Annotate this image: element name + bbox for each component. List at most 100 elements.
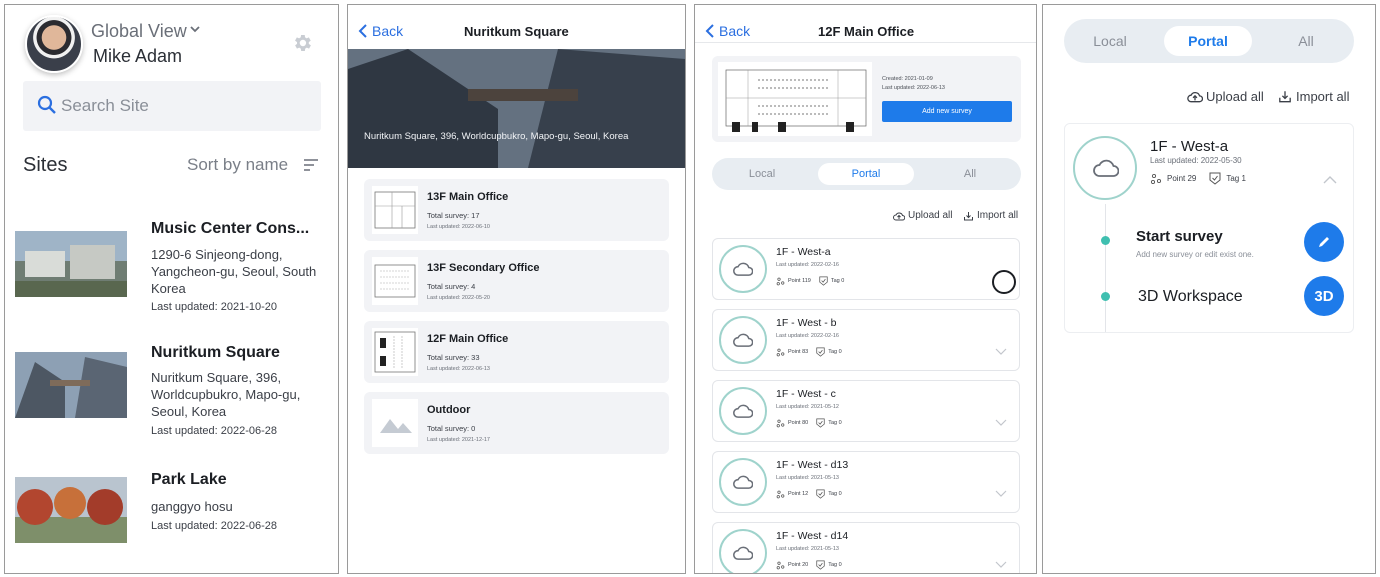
cloud-upload-icon (893, 212, 905, 220)
survey-title: 1F - West - d14 (776, 530, 849, 542)
tag-count: Tag 0 (828, 420, 842, 426)
survey-detail-screen: Local Portal All Upload all Import all 1… (1042, 4, 1376, 574)
user-name: Mike Adam (93, 46, 183, 66)
import-all-button[interactable]: Import all (963, 210, 1018, 221)
tab-local[interactable]: Local (712, 158, 812, 190)
site-thumbnail (15, 231, 127, 297)
gear-icon[interactable] (291, 32, 313, 54)
back-label: Back (372, 23, 404, 39)
back-button[interactable]: Back (705, 23, 750, 39)
survey-last-updated: Last updated: 2022-02-16 (776, 262, 839, 268)
site-list-screen: Global View Mike Adam Sites Sort by name… (4, 4, 339, 574)
survey-avatar (719, 458, 767, 506)
survey-card[interactable]: 1F - West-a Last updated: 2022-02-16 Point… (712, 238, 1020, 300)
floor-survey-count: Total survey: 33 (427, 353, 480, 362)
search-icon (37, 95, 56, 114)
floor-last-updated: Last updated: 2022-06-13 (427, 366, 490, 372)
site-thumbnail (15, 477, 127, 543)
tag-icon (1209, 172, 1221, 185)
touch-indicator (992, 270, 1016, 294)
survey-card[interactable]: 1F - West - b Last updated: 2022-02-16 Poi… (712, 309, 1020, 371)
edit-survey-button[interactable] (1304, 222, 1344, 262)
start-survey-subtitle: Add new survey or edit exist one. (1136, 250, 1254, 259)
survey-card-expanded[interactable]: 1F - West-a Last updated: 2022-05-30 Poi… (1064, 123, 1354, 333)
page-title: Nuritkum Square (464, 24, 569, 39)
points-icon (1150, 173, 1162, 184)
survey-avatar (719, 316, 767, 364)
cloud-upload-icon (1187, 91, 1203, 103)
survey-title: 1F - West - c (776, 388, 836, 400)
point-count: Point 29 (1167, 174, 1197, 183)
point-count: Point 80 (788, 420, 809, 426)
floor-card[interactable]: 12F Main Office Total survey: 33 Last up… (364, 321, 669, 383)
chevron-left-icon (705, 24, 714, 38)
tab-all[interactable]: All (920, 158, 1020, 190)
survey-card[interactable]: 1F - West - d14 Last updated: 2021-05-13 P… (712, 522, 1020, 573)
floor-summary-card: Created: 2021-01-09 Last updated: 2022-0… (712, 56, 1021, 142)
point-count: Point 83 (788, 349, 809, 355)
site-detail-screen: Back Nuritkum Square Nuritkum Square, 39… (347, 4, 686, 574)
tab-all[interactable]: All (1260, 19, 1352, 63)
points-icon (776, 277, 785, 285)
floor-last-updated: Last updated: 2022-06-10 (427, 224, 490, 230)
upload-all-button[interactable]: Upload all (1187, 89, 1264, 104)
chevron-down-icon[interactable] (995, 419, 1007, 427)
survey-meta: Point 80 Tag 0 (776, 418, 842, 428)
survey-avatar (1073, 136, 1137, 200)
floor-card[interactable]: 13F Main Office Total survey: 17 Last up… (364, 179, 669, 241)
page-title: 12F Main Office (818, 24, 915, 39)
3d-workspace-button[interactable]: 3D (1304, 276, 1344, 316)
updated-date: Last updated: 2022-06-13 (882, 85, 945, 91)
cloud-icon (733, 546, 753, 560)
search-input[interactable] (61, 93, 301, 119)
cloud-icon (733, 262, 753, 276)
source-tabs: Local Portal All (1064, 19, 1354, 63)
chevron-down-icon[interactable] (995, 490, 1007, 498)
chevron-down-icon[interactable] (995, 561, 1007, 569)
tab-portal[interactable]: Portal (1164, 26, 1252, 56)
chevron-left-icon (358, 24, 367, 38)
sort-icon[interactable] (303, 158, 319, 172)
tab-portal[interactable]: Portal (818, 163, 914, 185)
avatar[interactable] (25, 15, 83, 73)
floor-plan-thumbnail (372, 186, 418, 234)
header-divider (695, 42, 1036, 43)
chevron-up-icon[interactable] (1323, 176, 1337, 184)
floor-last-updated: Last updated: 2021-12-17 (427, 437, 490, 443)
floor-card[interactable]: 13F Secondary Office Total survey: 4 Las… (364, 250, 669, 312)
survey-last-updated: Last updated: 2022-02-16 (776, 333, 839, 339)
site-name: Nuritkum Square (151, 344, 280, 361)
view-selector-label[interactable]: Global View (91, 21, 187, 42)
search-bar[interactable] (23, 81, 321, 131)
point-count: Point 119 (788, 278, 811, 284)
sort-button[interactable]: Sort by name (187, 155, 288, 175)
site-address: Nuritkum Square, 396, Worldcupbukro, Map… (151, 370, 301, 419)
import-all-button[interactable]: Import all (1278, 89, 1349, 104)
survey-card[interactable]: 1F - West - d13 Last updated: 2021-05-13 P… (712, 451, 1020, 513)
survey-title: 1F - West-a (776, 246, 831, 258)
upload-all-button[interactable]: Upload all (893, 210, 952, 221)
back-button[interactable]: Back (358, 23, 403, 39)
image-placeholder-icon (372, 399, 418, 447)
chevron-down-icon[interactable] (189, 23, 201, 35)
cloud-icon (1093, 159, 1119, 177)
point-count: Point 20 (788, 562, 809, 568)
site-address: ganggyo hosu (151, 499, 233, 514)
survey-avatar (719, 387, 767, 435)
upload-all-label: Upload all (1206, 89, 1264, 104)
site-thumbnail (15, 352, 127, 418)
floor-last-updated: Last updated: 2022-05-20 (427, 295, 490, 301)
chevron-down-icon[interactable] (995, 348, 1007, 356)
floor-card[interactable]: Outdoor Total survey: 0 Last updated: 20… (364, 392, 669, 454)
tag-count: Tag 0 (830, 278, 845, 284)
cloud-icon (733, 475, 753, 489)
add-new-survey-button[interactable]: Add new survey (882, 101, 1012, 122)
site-name: Music Center Cons... (151, 220, 310, 237)
tab-local[interactable]: Local (1064, 19, 1156, 63)
timeline-dot (1101, 236, 1110, 245)
survey-card[interactable]: 1F - West - c Last updated: 2021-05-12 Poi… (712, 380, 1020, 442)
tag-count: Tag 1 (1226, 174, 1246, 183)
site-last-updated: Last updated: 2021-10-20 (151, 301, 277, 313)
tag-count: Tag 0 (828, 349, 842, 355)
floor-plan-thumbnail[interactable] (718, 62, 872, 136)
